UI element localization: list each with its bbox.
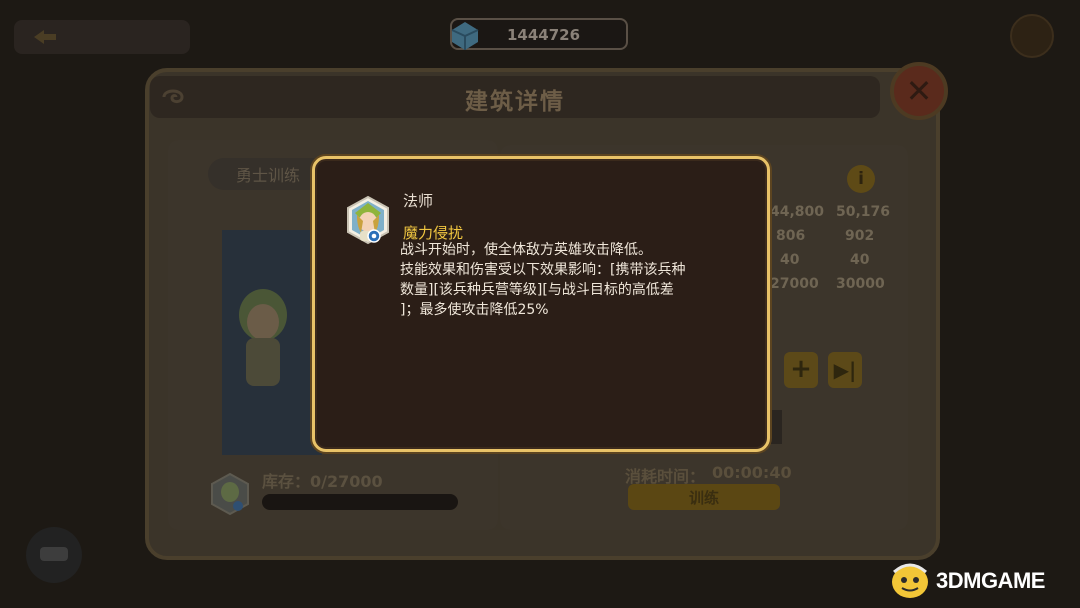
- quantity-slider[interactable]: [768, 410, 782, 444]
- tooltip-unit-name: 法师: [403, 192, 434, 210]
- watermark-text: 3DMGAME: [936, 568, 1045, 593]
- profile-button[interactable]: [1010, 14, 1054, 58]
- mage-portrait-icon: [347, 195, 389, 245]
- troop-tab-label: 勇士训练: [236, 166, 301, 185]
- chat-icon: [40, 547, 68, 561]
- top-left-nav[interactable]: [14, 20, 190, 54]
- train-button-label: 训练: [688, 489, 719, 507]
- close-icon: ✕: [905, 72, 933, 110]
- swirl-ornament-icon: [162, 89, 184, 104]
- add-quantity-button[interactable]: +: [784, 352, 818, 388]
- tooltip-description: 战斗开始时，使全体敌方英雄攻击降低。 技能效果和伤害受以下效果影响：[携带该兵种…: [400, 242, 686, 318]
- currency-value: 1444726: [507, 26, 581, 44]
- window-title: 建筑详情: [465, 89, 565, 115]
- stat-value: 806: [776, 228, 806, 244]
- stat-value: 27000: [770, 276, 819, 292]
- train-button[interactable]: 训练: [628, 484, 780, 510]
- stat-value: 44,800: [770, 204, 825, 220]
- mage-avatar-icon: [211, 472, 249, 516]
- back-icon[interactable]: [32, 28, 58, 46]
- close-button[interactable]: ✕: [890, 62, 948, 120]
- chat-button[interactable]: [26, 527, 82, 583]
- currency-bar: 1444726: [450, 18, 628, 50]
- info-icon[interactable]: i: [847, 165, 875, 193]
- stat-value: 40: [850, 252, 870, 268]
- stock-progress-bar: [262, 494, 458, 510]
- crystal-icon: [451, 22, 479, 50]
- stat-value: 30000: [836, 276, 885, 292]
- stock-label: 库存：0/27000: [262, 472, 383, 491]
- cost-time-value: 00:00:40: [712, 463, 792, 482]
- stat-value: 40: [780, 252, 800, 268]
- mage-figure-icon: [239, 289, 287, 386]
- max-quantity-button[interactable]: ▶|: [828, 352, 862, 388]
- window-header: 建筑详情: [150, 76, 880, 118]
- stat-value: 50,176: [836, 204, 891, 220]
- stat-value: 902: [845, 228, 875, 244]
